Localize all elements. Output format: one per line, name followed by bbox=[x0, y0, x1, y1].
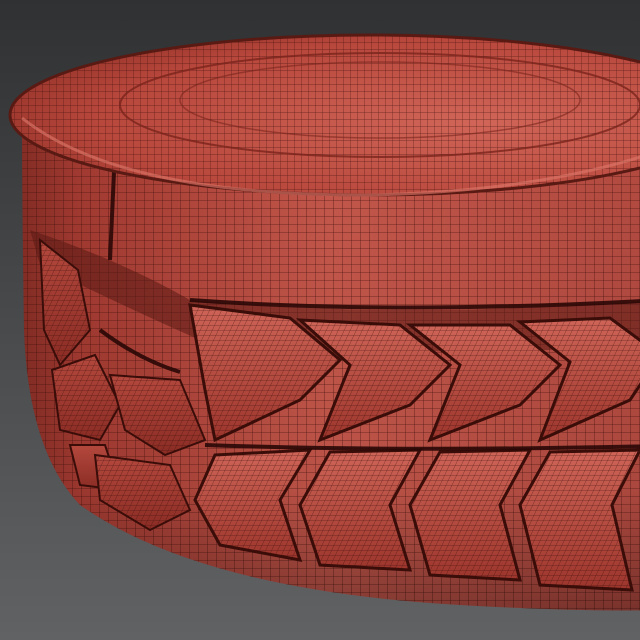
viewport bbox=[0, 0, 640, 640]
